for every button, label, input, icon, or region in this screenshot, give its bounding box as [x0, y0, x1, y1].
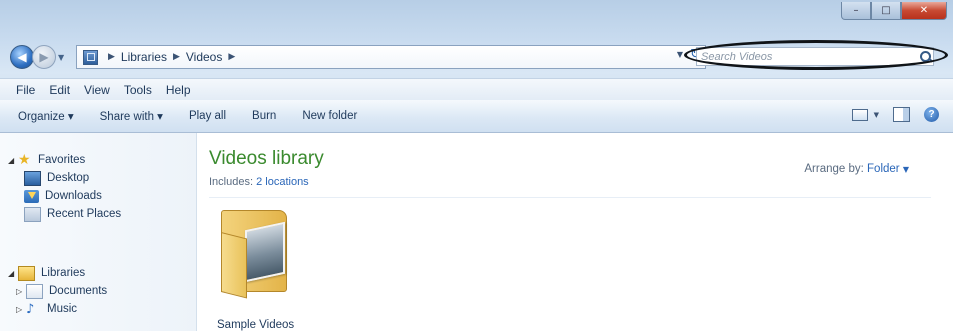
documents-icon	[26, 283, 43, 299]
includes-label: Includes:	[209, 176, 254, 188]
video-thumbnail	[245, 221, 285, 283]
new-folder-button[interactable]: New folder	[302, 110, 357, 122]
window-controls: – □ ✕	[841, 2, 947, 20]
nav-libraries-label: Libraries	[41, 267, 86, 279]
arrange-by: Arrange by: Folder ▼	[804, 163, 909, 175]
locations-link[interactable]: 2 locations	[256, 176, 309, 188]
libraries-icon	[18, 265, 35, 281]
change-view-icon[interactable]	[851, 108, 868, 121]
share-with-button[interactable]: Share with ▾	[100, 109, 163, 123]
breadcrumb-separator[interactable]: ▶	[108, 52, 115, 62]
chevron-down-icon[interactable]: ▼	[903, 165, 909, 174]
menu-view[interactable]: View	[84, 83, 110, 97]
address-bar[interactable]: ▶ Libraries ▶ Videos ▶ ▼ ↻	[76, 45, 706, 69]
maximize-button[interactable]: □	[871, 2, 901, 20]
breadcrumb-libraries[interactable]: Libraries	[121, 50, 167, 64]
music-icon: ♪	[26, 301, 35, 317]
nav-favorites-label: Favorites	[38, 154, 86, 166]
back-button[interactable]: ◀	[10, 45, 34, 69]
folder-item[interactable]: Sample Videos	[207, 206, 317, 331]
close-button[interactable]: ✕	[901, 2, 947, 20]
help-icon[interactable]: ?	[924, 107, 939, 122]
nav-desktop-label: Desktop	[47, 172, 90, 184]
minimize-button[interactable]: –	[841, 2, 871, 20]
burn-button[interactable]: Burn	[252, 110, 276, 122]
navigation-pane: ◢ ★ Favorites Desktop Downloads Recent P…	[0, 133, 197, 331]
nav-recent-places-label: Recent Places	[47, 208, 122, 220]
nav-documents-label: Documents	[49, 285, 108, 297]
content-pane: Videos library Includes: 2 locations Arr…	[197, 133, 953, 331]
library-title: Videos library	[209, 148, 324, 169]
arrange-by-dropdown[interactable]: Folder	[867, 163, 900, 175]
expand-icon[interactable]: ▷	[16, 287, 26, 296]
command-bar: Organize ▾ Share with ▾ Play all Burn Ne…	[0, 100, 953, 133]
menu-edit[interactable]: Edit	[49, 83, 70, 97]
nav-downloads[interactable]: Downloads	[24, 188, 102, 204]
address-dropdown-icon[interactable]: ▼	[677, 50, 683, 59]
recent-places-icon	[24, 206, 41, 222]
forward-button[interactable]: ▶	[32, 45, 56, 69]
collapse-icon[interactable]: ◢	[8, 269, 18, 278]
nav-documents[interactable]: ▷ Documents	[16, 283, 107, 299]
menu-help[interactable]: Help	[166, 83, 191, 97]
nav-desktop[interactable]: Desktop	[24, 170, 89, 186]
downloads-icon	[24, 189, 39, 203]
arrange-by-label: Arrange by:	[804, 163, 864, 175]
header-divider	[209, 197, 931, 198]
folder-label: Sample Videos	[217, 319, 295, 331]
desktop-icon	[24, 170, 41, 186]
nav-music-label: Music	[47, 303, 78, 315]
recent-pages-dropdown[interactable]: ▼	[58, 53, 70, 62]
breadcrumb-separator[interactable]: ▶	[173, 52, 180, 62]
collapse-icon[interactable]: ◢	[8, 156, 18, 165]
more-options-icon[interactable]: ▼	[874, 111, 879, 119]
library-includes: Includes: 2 locations	[209, 176, 309, 188]
organize-button[interactable]: Organize ▾	[18, 109, 74, 123]
menu-bar: File Edit View Tools Help	[0, 78, 953, 100]
library-icon	[83, 49, 98, 65]
address-row: ◀ ▶ ▼ ▶ Libraries ▶ Videos ▶ ▼ ↻	[10, 40, 948, 70]
preview-pane-icon[interactable]	[893, 107, 910, 122]
expand-icon[interactable]: ▷	[16, 305, 26, 314]
nav-recent-places[interactable]: Recent Places	[24, 206, 121, 222]
search-highlight-oval	[684, 40, 948, 70]
menu-file[interactable]: File	[16, 83, 35, 97]
play-all-button[interactable]: Play all	[189, 110, 226, 122]
nav-favorites[interactable]: ◢ ★ Favorites	[8, 152, 85, 168]
nav-music[interactable]: ▷ ♪ Music	[16, 301, 77, 317]
toolbar-right: ▼ ?	[851, 107, 939, 122]
explorer-window: – □ ✕ ◀ ▶ ▼ ▶ Libraries ▶ Videos ▶ ▼ ↻ F…	[0, 0, 953, 331]
folder-flap	[221, 232, 247, 299]
breadcrumb-separator[interactable]: ▶	[228, 52, 235, 62]
nav-libraries[interactable]: ◢ Libraries	[8, 265, 85, 281]
breadcrumb-videos[interactable]: Videos	[186, 50, 222, 64]
menu-tools[interactable]: Tools	[124, 83, 152, 97]
search-area	[684, 40, 948, 70]
nav-downloads-label: Downloads	[45, 190, 102, 202]
star-icon: ★	[18, 152, 31, 168]
